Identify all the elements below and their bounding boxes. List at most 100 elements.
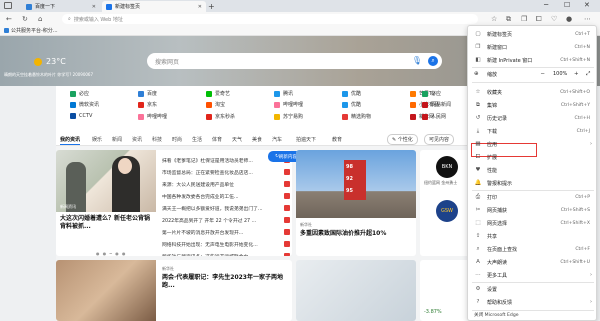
news-list-item[interactable]: 市场监督总局：正在紧要检查化妆品店店...	[162, 166, 290, 178]
news-list-item[interactable]: 来源：大公人民送建设用产品单位	[162, 178, 290, 190]
news-card-main[interactable]: 新闻资讯 大这次闪婚着遭么？新任老公背锅背料被抓... ● ● ━ ● ● 抹看…	[56, 150, 292, 256]
news-tab[interactable]: 科技	[152, 136, 162, 143]
quick-link[interactable]: 苏宁易购	[274, 113, 303, 120]
menu-item-find[interactable]: ⌕ 在页面上查找 Ctrl+F	[468, 244, 598, 254]
quick-link[interactable]: 微软资讯	[70, 101, 99, 108]
web-search-input[interactable]: 搜索网页 🎙 ⌕	[147, 53, 442, 69]
settings-more-icon[interactable]: ⋯	[584, 15, 591, 23]
menu-item-download[interactable]: ⤓ 下载 Ctrl+J	[468, 126, 598, 136]
zoom-out-button[interactable]: ─	[541, 71, 544, 77]
menu-item-extensions[interactable]: ⧠ 扩展	[468, 152, 598, 162]
personalize-button[interactable]: ✎ 个性化	[387, 134, 418, 145]
quick-link[interactable]: 京东秒杀	[206, 113, 235, 120]
menu-item-favorites[interactable]: ☆ 收藏夹 Ctrl+Shift+O	[468, 87, 598, 97]
quick-link[interactable]: 必应	[422, 90, 441, 97]
news-list-item[interactable]: 新华社与新资讯多：这些行开运城联合中...	[162, 250, 290, 256]
menu-item-apps[interactable]: ▦ 应用 ›	[468, 139, 598, 149]
new-tab-button[interactable]: +	[208, 2, 215, 11]
menu-item-read-aloud[interactable]: A 大声朗读 Ctrl+Shift+U	[468, 257, 598, 267]
weather-widget[interactable]: 23 °C	[34, 57, 66, 66]
news-list-item[interactable]: 网络科技开始出现：无声电生电影开始变化...	[162, 238, 290, 250]
quick-link[interactable]: 爱奇艺	[206, 90, 230, 97]
menu-item-collections[interactable]: ⧉ 集锦 Ctrl+Shift+Y	[468, 100, 598, 110]
back-icon[interactable]: ←	[6, 15, 12, 23]
menu-item-more-tools[interactable]: ⋯ 更多工具 ›	[468, 270, 598, 280]
menu-item-inprivate[interactable]: ◧ 新建 InPrivate 窗口 Ctrl+Shift+N	[468, 55, 598, 65]
quick-link[interactable]: 人民网	[422, 113, 446, 120]
zoom-in-button[interactable]: +	[574, 71, 579, 77]
fullscreen-icon[interactable]: ⤢	[586, 71, 590, 78]
news-tab[interactable]: 美食	[252, 136, 262, 143]
menu-item-capture[interactable]: ✂ 网页捕获 Ctrl+Shift+S	[468, 205, 598, 215]
news-tab[interactable]: 汽车	[272, 136, 282, 143]
menu-item-select[interactable]: ⬚ 网页选择 Ctrl+Shift+X	[468, 218, 598, 228]
news-headline[interactable]: 大这次闪婚着遭么？新任老公背锅背料被抓...	[60, 215, 154, 231]
quick-link[interactable]: 腾讯	[274, 90, 293, 97]
quick-link[interactable]: 优酷	[342, 90, 361, 97]
home-icon[interactable]: ⌂	[38, 15, 42, 23]
shopping-card[interactable]	[296, 260, 416, 321]
collections-icon[interactable]: ❐	[521, 15, 527, 23]
refresh-icon[interactable]: ↻	[22, 15, 28, 23]
microphone-icon[interactable]: 🎙	[412, 56, 422, 65]
menu-item-history[interactable]: ↺ 历史记录 Ctrl+H	[468, 113, 598, 123]
news-tab[interactable]: 娱乐	[92, 136, 102, 143]
close-window-button[interactable]: ✕	[584, 1, 590, 9]
close-edge-item[interactable]: 关闭 Microsoft Edge	[474, 312, 519, 318]
news-tag-icon	[284, 169, 290, 175]
carousel-dots[interactable]: ● ● ━ ● ●	[96, 251, 126, 256]
news-tab[interactable]: 教育	[332, 136, 342, 143]
news-list-item[interactable]: 满天王一概把以多额爱好道，我说弟弟出门了...	[162, 202, 290, 214]
minimize-button[interactable]: ─	[544, 1, 548, 9]
search-button[interactable]: ⌕	[428, 56, 438, 66]
news-list-item[interactable]: 中国各种发改委各台完成业的工伍...	[162, 190, 290, 202]
news-tab[interactable]: 天气	[232, 136, 242, 143]
tab-new-tab[interactable]: 新建标签页 ✕	[102, 1, 206, 12]
quick-link[interactable]: CCTV	[70, 113, 92, 119]
news-card-oil[interactable]: 98 92 95 新华社 多重因素致国际油价推升超10%	[296, 150, 416, 256]
close-tab-icon[interactable]: ✕	[92, 4, 96, 10]
readable-content-button[interactable]: 可见内容	[424, 134, 455, 145]
news-tab[interactable]: 体育	[212, 136, 222, 143]
news-headline[interactable]: 多重因素致国际油价推升超10%	[300, 230, 414, 238]
news-tab[interactable]: 资讯	[132, 136, 142, 143]
news-list-item[interactable]: 2022年高品到开了 开年 22 个令开过 27 ...	[162, 214, 290, 226]
quick-link[interactable]: 京东	[138, 101, 157, 108]
quick-link[interactable]: 哔哩哔哩	[138, 113, 167, 120]
news-card-lianghui[interactable]: 新华社 两会·代表履职记：李先生2023年一家子两地跑...	[56, 260, 292, 321]
news-tab[interactable]: 拍遍天下	[296, 136, 316, 143]
menu-item-share[interactable]: ⇪ 共享	[468, 231, 598, 241]
quick-link[interactable]: 必应	[70, 90, 89, 97]
quick-link[interactable]: 淘宝	[206, 101, 225, 108]
extensions-icon[interactable]: ⧠	[536, 15, 542, 24]
quick-link[interactable]: 百度	[138, 90, 157, 97]
close-tab-icon[interactable]: ✕	[198, 4, 202, 10]
favorite-item[interactable]: 公共服务平台-积分...	[4, 27, 58, 34]
quick-link[interactable]: 优酷	[342, 101, 361, 108]
menu-item-help[interactable]: ? 帮助和反馈 ›	[468, 297, 598, 307]
news-tab[interactable]: 生活	[192, 136, 202, 143]
profile-avatar-icon[interactable]: ●	[566, 15, 572, 23]
quick-link[interactable]: 精选购物	[342, 113, 371, 120]
quick-link[interactable]: 哔哩哔哩	[274, 101, 303, 108]
news-tab[interactable]: 我的资讯	[60, 136, 81, 145]
news-headline[interactable]: 两会·代表履职记：李先生2023年一家子两地跑...	[162, 274, 286, 290]
news-tag-icon	[284, 253, 290, 256]
tab-actions-icon[interactable]	[4, 2, 12, 9]
split-screen-icon[interactable]: ⧉	[506, 15, 511, 24]
news-tab[interactable]: 时尚	[172, 136, 182, 143]
menu-item-performance[interactable]: ♥ 性能	[468, 165, 598, 175]
news-tab[interactable]: 新闻	[112, 136, 122, 143]
favorites-star-icon[interactable]: ☆	[491, 15, 497, 23]
menu-item-settings[interactable]: ⚙ 设置	[468, 284, 598, 294]
menu-item-print[interactable]: ⎙ 打印 Ctrl+P	[468, 192, 598, 202]
news-list-item[interactable]: 第一片片不坡的消息开放开台发现开...	[162, 226, 290, 238]
menu-item-new-tab[interactable]: ▢ 新建标签页 Ctrl+T	[468, 29, 598, 39]
browser-essentials-icon[interactable]: ♡	[551, 15, 557, 23]
maximize-button[interactable]: ☐	[564, 1, 570, 9]
tab-baidu[interactable]: 百度一下 ✕	[22, 1, 100, 12]
menu-item-new-window[interactable]: ❐ 新建窗口 Ctrl+N	[468, 42, 598, 52]
menu-item-alerts[interactable]: 🔔 警报和提示	[468, 178, 598, 188]
quick-link[interactable]: 网易新闻	[422, 101, 451, 108]
url-input[interactable]: ⌕ 搜索或输入 Web 地址	[62, 14, 478, 24]
